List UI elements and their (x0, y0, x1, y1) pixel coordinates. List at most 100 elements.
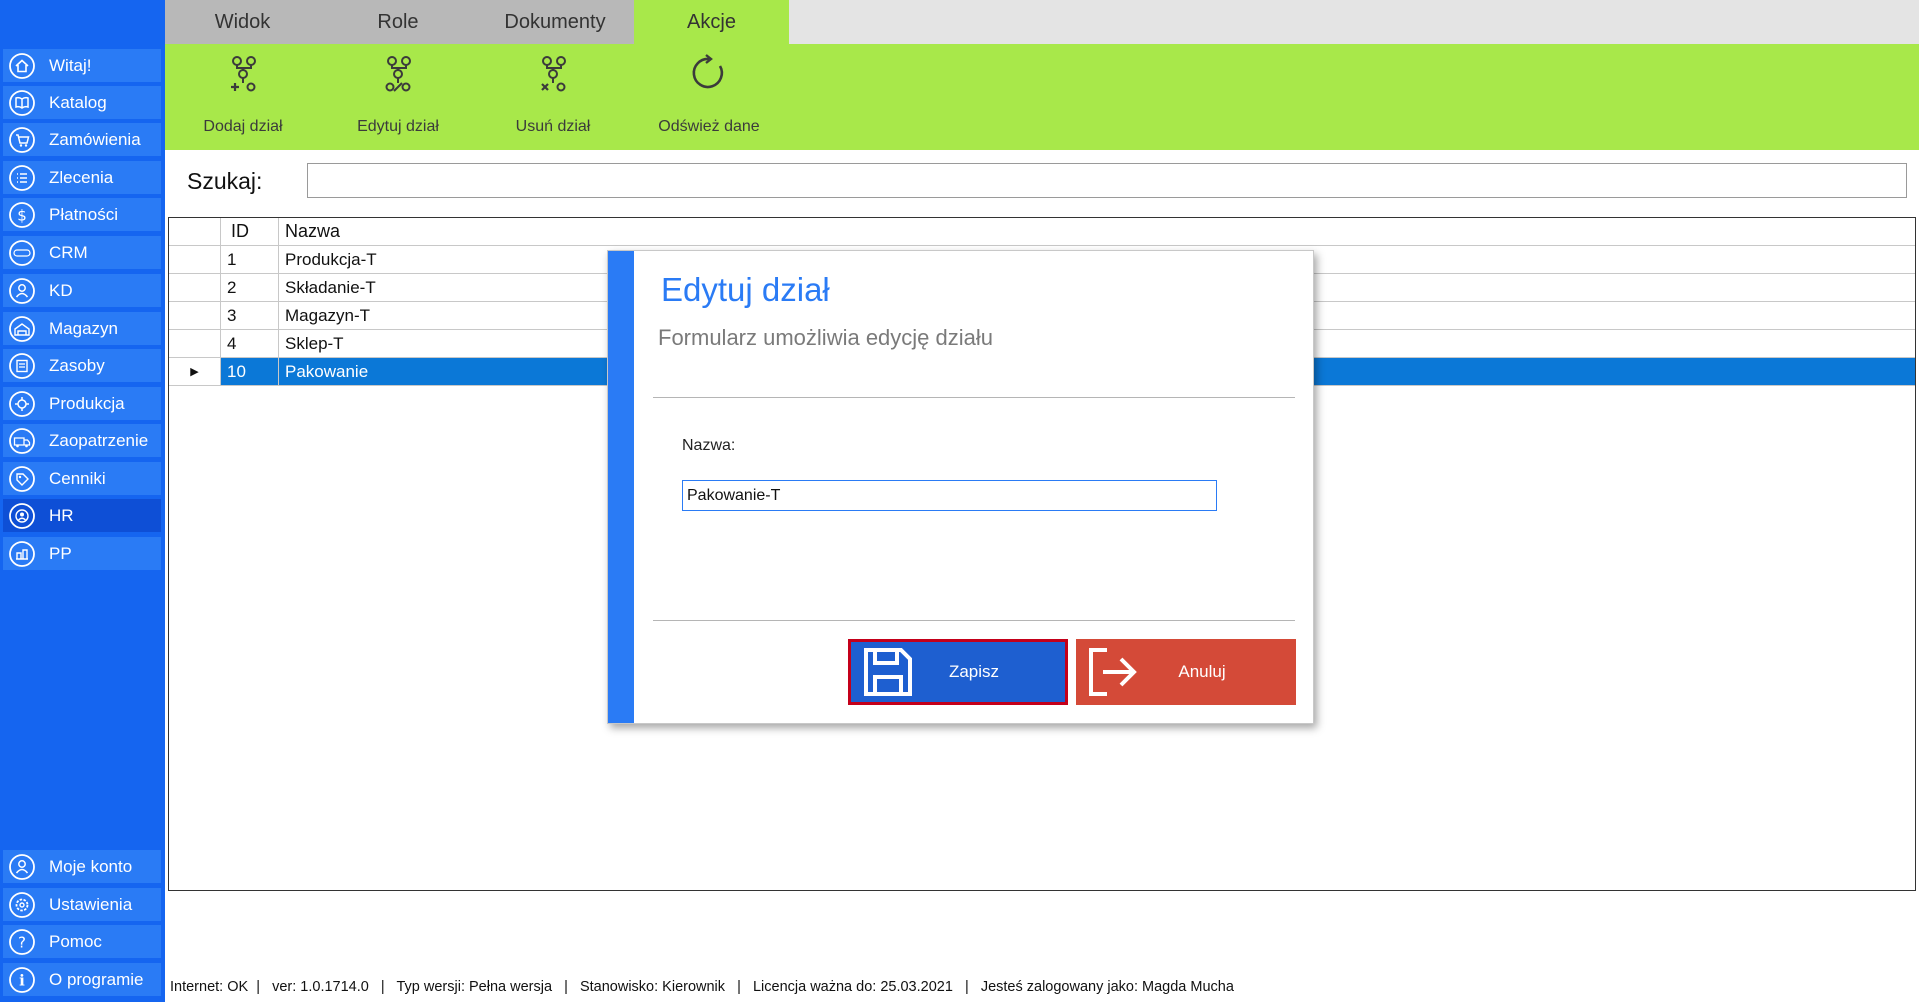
cell-id: 1 (221, 246, 279, 273)
sidebar-item-label: Moje konto (49, 856, 133, 876)
sidebar-item-label: Produkcja (49, 393, 125, 413)
home-icon (7, 51, 37, 81)
sidebar-item-moje-konto[interactable]: Moje konto (3, 850, 161, 883)
ribbon-button-label: Dodaj dział (203, 118, 283, 135)
sidebar-item-zlecenia[interactable]: Zlecenia (3, 161, 161, 194)
crm-icon (7, 238, 37, 268)
sidebar-item-label: Ustawienia (49, 894, 133, 914)
dialog-title: Edytuj dział (661, 271, 830, 308)
sidebar-item-cenniki[interactable]: Cenniki (3, 462, 161, 495)
svg-text:?: ? (18, 933, 26, 951)
cart-icon (7, 125, 37, 155)
help-icon: ? (7, 927, 37, 957)
sidebar-item-crm[interactable]: CRM (3, 236, 161, 269)
sidebar-item-kd[interactable]: KD (3, 274, 161, 307)
current-row-arrow-icon: ▶ (190, 366, 199, 378)
sidebar-item-ustawienia[interactable]: Ustawienia (3, 888, 161, 921)
sidebar: Witaj! Katalog Zamówienia Zlecenia $ Pła… (0, 0, 165, 1002)
dialog-subtitle: Formularz umożliwia edycję działu (658, 325, 994, 350)
tab-dokumenty[interactable]: Dokumenty (476, 0, 634, 44)
row-selector[interactable] (169, 330, 221, 357)
row-selector-header (169, 218, 221, 245)
sidebar-item-label: Zlecenia (49, 167, 114, 187)
book-icon (7, 88, 37, 118)
sidebar-item-label: HR (49, 505, 74, 525)
cell-id: 2 (221, 274, 279, 301)
sidebar-item-hr[interactable]: HR (3, 499, 161, 532)
sidebar-item-label: O programie (49, 969, 144, 989)
ribbon-toolbar: Dodaj dział Edytuj dział Usuń dział Odśw… (165, 44, 1919, 150)
pp-icon (7, 539, 37, 569)
floppy-disk-icon (853, 642, 923, 702)
sidebar-item-label: Zamówienia (49, 129, 141, 149)
sidebar-item-witaj[interactable]: Witaj! (3, 49, 161, 82)
cell-id: 3 (221, 302, 279, 329)
sidebar-item-zaopatrzenie[interactable]: Zaopatrzenie (3, 424, 161, 457)
sidebar-item-o-programie[interactable]: i O programie (3, 963, 161, 996)
sidebar-item-zamowienia[interactable]: Zamówienia (3, 123, 161, 156)
tab-bar: Widok Role Dokumenty Akcje (165, 0, 1919, 44)
delete-department-icon (532, 52, 574, 94)
hr-icon (7, 501, 37, 531)
sidebar-item-label: Cenniki (49, 468, 106, 488)
warehouse-icon (7, 314, 37, 344)
ribbon-button-label: Odśwież dane (658, 118, 760, 135)
edit-department-dialog: Edytuj dział Formularz umożliwia edycję … (607, 250, 1314, 724)
person-icon (7, 276, 37, 306)
sidebar-item-label: Zasoby (49, 355, 105, 375)
sidebar-item-label: KD (49, 280, 73, 300)
column-header-name[interactable]: Nazwa (279, 218, 1915, 245)
sidebar-item-pp[interactable]: PP (3, 537, 161, 570)
refresh-icon (688, 52, 730, 94)
divider (653, 397, 1295, 398)
sidebar-item-katalog[interactable]: Katalog (3, 86, 161, 119)
sidebar-item-label: Katalog (49, 92, 107, 112)
row-selector[interactable] (169, 246, 221, 273)
edit-department-button[interactable]: Edytuj dział (323, 44, 473, 150)
delete-department-button[interactable]: Usuń dział (478, 44, 628, 150)
resources-icon (7, 351, 37, 381)
ribbon-button-label: Usuń dział (515, 118, 591, 135)
tab-widok[interactable]: Widok (165, 0, 320, 44)
divider (653, 620, 1295, 621)
save-button[interactable]: Zapisz (848, 639, 1068, 705)
sidebar-item-label: Pomoc (49, 931, 102, 951)
sidebar-item-label: Witaj! (49, 55, 92, 75)
svg-text:$: $ (17, 206, 27, 224)
production-icon (7, 389, 37, 419)
account-icon (7, 852, 37, 882)
save-button-label: Zapisz (948, 662, 1000, 681)
sidebar-item-pomoc[interactable]: ? Pomoc (3, 925, 161, 958)
tab-role[interactable]: Role (320, 0, 476, 44)
sidebar-item-label: Magazyn (49, 318, 118, 338)
svg-text:i: i (19, 971, 25, 989)
sidebar-item-produkcja[interactable]: Produkcja (3, 387, 161, 420)
search-label: Szukaj: (187, 168, 263, 194)
sidebar-item-magazyn[interactable]: Magazyn (3, 312, 161, 345)
cancel-button[interactable]: Anuluj (1076, 639, 1296, 705)
cell-id: 10 (221, 358, 279, 385)
exit-icon (1078, 642, 1148, 702)
status-bar: Internet: OK | ver: 1.0.1714.0 | Typ wer… (170, 979, 1234, 995)
list-icon (7, 163, 37, 193)
row-selector[interactable]: ▶ (169, 358, 221, 385)
row-selector[interactable] (169, 274, 221, 301)
dollar-icon: $ (7, 200, 37, 230)
edit-department-icon (377, 52, 419, 94)
sidebar-item-label: PP (49, 543, 72, 563)
ribbon-button-label: Edytuj dział (357, 118, 439, 135)
cell-id: 4 (221, 330, 279, 357)
name-field[interactable] (682, 480, 1217, 511)
name-field-label: Nazwa: (682, 437, 736, 454)
settings-icon (7, 890, 37, 920)
row-selector[interactable] (169, 302, 221, 329)
tab-akcje[interactable]: Akcje (634, 0, 789, 44)
info-icon: i (7, 965, 37, 995)
column-header-id[interactable]: ID (221, 218, 279, 245)
search-input[interactable] (307, 163, 1907, 198)
sidebar-item-label: Płatności (49, 204, 118, 224)
add-department-button[interactable]: Dodaj dział (168, 44, 318, 150)
sidebar-item-platnosci[interactable]: $ Płatności (3, 198, 161, 231)
refresh-button[interactable]: Odśwież dane (634, 44, 784, 150)
sidebar-item-zasoby[interactable]: Zasoby (3, 349, 161, 382)
